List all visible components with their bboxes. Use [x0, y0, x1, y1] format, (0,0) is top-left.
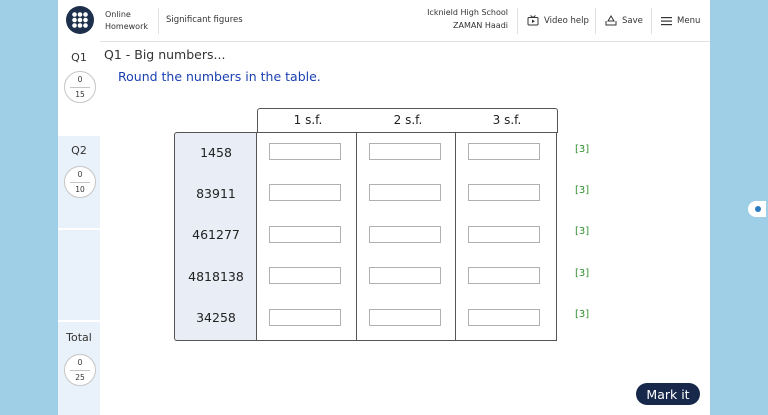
video-help-button[interactable]: Video help: [527, 0, 589, 41]
row-number: 461277: [192, 227, 240, 242]
answer-input-1sf[interactable]: [269, 267, 341, 284]
marks-label: [3]: [575, 226, 590, 237]
score-total: 15: [75, 90, 85, 99]
question-tab-q1[interactable]: Q1 0 15: [58, 41, 100, 136]
column-header: 2 s.f.: [393, 113, 423, 127]
question-title: Q1 - Big numbers...: [104, 47, 226, 62]
score-total: 10: [75, 185, 85, 194]
total-label: Total: [66, 331, 92, 344]
marks-label: [3]: [575, 144, 590, 155]
answer-input-3sf[interactable]: [468, 267, 540, 284]
score-value: 0: [77, 75, 83, 84]
question-label: Q1: [71, 51, 87, 64]
hamburger-icon: [661, 16, 672, 25]
score-divider: [70, 370, 90, 371]
score-value: 0: [77, 170, 83, 179]
score-badge: 0 10: [64, 166, 96, 198]
menu-label: Menu: [677, 15, 701, 26]
answer-input-3sf[interactable]: [468, 226, 540, 243]
video-help-label: Video help: [544, 15, 589, 26]
marks-label: [3]: [575, 185, 590, 196]
header-divider: [158, 8, 159, 34]
menu-button[interactable]: Menu: [661, 0, 700, 41]
brand-line-2: Homework: [105, 22, 148, 31]
row-number: 34258: [196, 310, 236, 325]
mark-it-button[interactable]: Mark it: [636, 383, 700, 405]
answer-input-2sf[interactable]: [369, 267, 441, 284]
answer-input-3sf[interactable]: [468, 309, 540, 326]
row-number: 1458: [200, 145, 232, 160]
app-window: Online Homework Significant figures Ickn…: [58, 0, 710, 415]
answer-input-1sf[interactable]: [269, 226, 341, 243]
table-header: 1 s.f. 2 s.f. 3 s.f.: [257, 108, 558, 133]
header-divider: [595, 8, 596, 34]
number-column: 1458 83911 461277 4818138 34258: [174, 132, 257, 341]
column-header: 1 s.f.: [293, 113, 323, 127]
marks-label: [3]: [575, 309, 590, 320]
rounding-table: 1 s.f. 2 s.f. 3 s.f. 1458 83911 461277 4…: [174, 108, 558, 341]
answer-input-2sf[interactable]: [369, 143, 441, 160]
score-total: 25: [75, 373, 85, 382]
header-bar: Online Homework Significant figures Ickn…: [58, 0, 710, 42]
marks-label: [3]: [575, 268, 590, 279]
topic-title: Significant figures: [166, 15, 243, 25]
brand-line-1: Online: [105, 10, 131, 19]
grid-divider: [455, 133, 456, 340]
dot-icon: [755, 206, 761, 212]
column-header: 3 s.f.: [492, 113, 522, 127]
row-number: 83911: [196, 186, 236, 201]
side-widget-tab[interactable]: [748, 201, 766, 217]
score-badge: 0 15: [64, 71, 96, 103]
question-instruction: Round the numbers in the table.: [118, 69, 321, 84]
grid-divider: [356, 133, 357, 340]
answer-input-1sf[interactable]: [269, 143, 341, 160]
brand-name: Online Homework: [105, 9, 148, 33]
dots-grid-icon[interactable]: [66, 6, 94, 34]
save-icon: [605, 15, 617, 26]
answer-input-1sf[interactable]: [269, 184, 341, 201]
answer-input-1sf[interactable]: [269, 309, 341, 326]
row-number: 4818138: [188, 269, 244, 284]
answer-input-3sf[interactable]: [468, 184, 540, 201]
score-divider: [70, 182, 90, 183]
header-divider: [517, 8, 518, 34]
header-divider: [651, 8, 652, 34]
question-tab-q2[interactable]: Q2 0 10: [58, 136, 100, 228]
total-tab: Total 0 25: [58, 322, 100, 415]
video-icon: [527, 15, 539, 26]
answer-input-2sf[interactable]: [369, 309, 441, 326]
school-info: Icknield High School ZAMAN Haadi: [427, 6, 508, 32]
save-button[interactable]: Save: [605, 0, 643, 41]
answer-input-2sf[interactable]: [369, 226, 441, 243]
score-badge: 0 25: [64, 354, 96, 386]
score-value: 0: [77, 358, 83, 367]
question-label: Q2: [71, 144, 87, 157]
answer-input-3sf[interactable]: [468, 143, 540, 160]
question-tab-empty: [58, 230, 100, 320]
school-name: Icknield High School: [427, 8, 508, 17]
student-name: ZAMAN Haadi: [453, 21, 508, 30]
save-label: Save: [622, 15, 643, 26]
score-divider: [70, 87, 90, 88]
answer-input-2sf[interactable]: [369, 184, 441, 201]
answer-grid: [256, 132, 557, 341]
